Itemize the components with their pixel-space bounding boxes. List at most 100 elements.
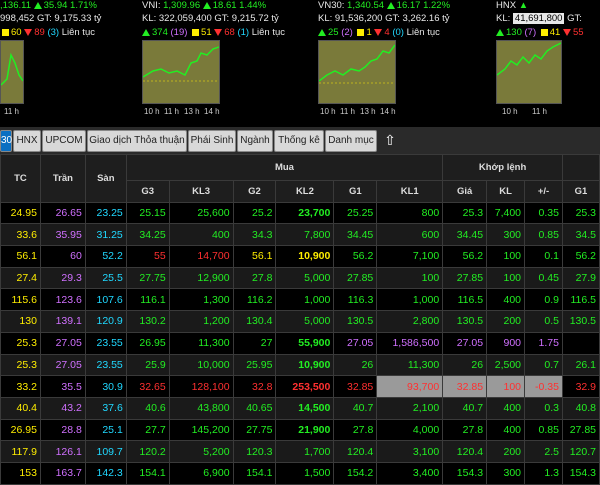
cell-tran: 163.7 — [39, 461, 86, 485]
cell-g1-sell: 27.9 — [561, 266, 600, 290]
cell-san: 120.9 — [84, 310, 127, 333]
header-gia: Giá — [442, 180, 488, 203]
cell-gia: 27.85 — [442, 266, 488, 290]
cell-kl3: 1,300 — [168, 288, 234, 312]
table-row[interactable]: 25.3 27.05 23.55 26.95 11,300 27 55,900 27.05 1,… — [0, 331, 600, 355]
cell-tran: 29.3 — [39, 266, 86, 290]
header-san: Sàn — [84, 154, 127, 203]
cell-change: 0.3 — [524, 396, 563, 420]
down-triangle-icon — [374, 28, 383, 36]
square-icon — [357, 28, 365, 36]
cell-g1: 32.85 — [333, 375, 378, 398]
cell-tc: 40.4 — [0, 396, 41, 420]
table-row[interactable]: 40.4 43.2 37.6 40.6 43,800 40.65 14,500 40.7 2,1… — [0, 396, 600, 420]
cell-g2: 34.3 — [232, 223, 277, 247]
cell-kl3: 6,900 — [168, 461, 234, 485]
table-row[interactable]: 27.4 29.3 25.5 27.75 12,900 27.8 5,000 27.85 100… — [0, 266, 600, 290]
cell-tc: 117.9 — [0, 440, 41, 463]
table-row[interactable]: 130 139.1 120.9 130.2 1,200 130.4 5,000 130.5 2,… — [0, 310, 600, 333]
cell-change: 0.5 — [524, 310, 563, 333]
cell-san: 23.55 — [84, 331, 127, 355]
cell-g3: 26.95 — [125, 331, 170, 355]
cell-san: 23.55 — [84, 353, 127, 377]
cell-kl: 2,500 — [486, 353, 526, 377]
tab-danh-muc[interactable]: Danh mục — [325, 130, 377, 152]
index-chart — [0, 40, 24, 104]
tab-thoa-thuan[interactable]: Giao dịch Thỏa thuận — [87, 130, 187, 152]
table-row[interactable]: 117.9 126.1 109.7 120.2 5,200 120.3 1,700 120.4… — [0, 440, 600, 463]
header-g1-sell: G1 — [561, 180, 600, 203]
tab-hnx[interactable]: HNX — [13, 130, 41, 152]
cell-kl: 100 — [486, 245, 526, 268]
table-row[interactable]: 33.2 35.5 30.9 32.65 128,100 32.8 253,500 32.85… — [0, 375, 600, 398]
cell-g1-sell: 154.3 — [561, 461, 600, 485]
cell-kl2: 21,900 — [275, 418, 335, 442]
tab-phai-sinh[interactable]: Phái Sinh — [188, 130, 236, 152]
price-board: TC Trần Sàn Mua Khớp lệnh G3 KL3 G2 KL2 … — [0, 154, 600, 485]
index-panel: ,136.11 35.94 1.71% 998,452 GT: 9,175.33… — [0, 0, 102, 116]
cell-tran: 126.1 — [39, 440, 86, 463]
down-triangle-icon — [562, 28, 571, 36]
table-row[interactable]: 25.3 27.05 23.55 25.9 10,000 25.95 10,900 26 11,… — [0, 353, 600, 377]
tab-upcom[interactable]: UPCOM — [42, 130, 86, 152]
table-row[interactable]: 153 163.7 142.3 154.1 6,900 154.1 1,500 154.2 3,… — [0, 461, 600, 485]
cell-kl3: 43,800 — [168, 396, 234, 420]
cell-g3: 25.15 — [125, 201, 170, 225]
tab-vn30[interactable]: 30 — [0, 130, 12, 152]
table-row[interactable]: 26.95 28.8 25.1 27.7 145,200 27.75 21,900 27.8 4… — [0, 418, 600, 442]
cell-g2: 56.1 — [232, 245, 277, 268]
cell-g2: 27.75 — [232, 418, 277, 442]
cell-tc: 24.95 — [0, 201, 41, 225]
header-change: +/- — [524, 180, 563, 203]
cell-g1: 154.2 — [333, 461, 378, 485]
cell-gia: 56.2 — [442, 245, 488, 268]
tab-nganh[interactable]: Ngành — [237, 130, 273, 152]
cell-g1: 27.05 — [333, 331, 378, 355]
cell-kl3: 10,000 — [168, 353, 234, 377]
cell-tran: 60 — [39, 245, 86, 268]
cell-kl: 200 — [486, 440, 526, 463]
cell-kl3: 1,200 — [168, 310, 234, 333]
tab-thong-ke[interactable]: Thống kê — [274, 130, 324, 152]
cell-tc: 153 — [0, 461, 41, 485]
table-row[interactable]: 56.1 60 52.2 55 14,700 56.1 10,900 56.2 7,100 56.… — [0, 245, 600, 268]
cell-g1: 34.45 — [333, 223, 378, 247]
cell-g3: 55 — [125, 245, 170, 268]
index-panels: ,136.11 35.94 1.71% 998,452 GT: 9,175.33… — [0, 0, 600, 126]
up-triangle-icon — [202, 1, 211, 9]
table-row[interactable]: 24.95 26.65 23.25 25.15 25,600 25.2 23,700 25.2… — [0, 201, 600, 225]
cell-g1-sell: 56.2 — [561, 245, 600, 268]
cell-kl2: 23,700 — [275, 201, 335, 225]
cell-tc: 25.3 — [0, 331, 41, 355]
cell-tran: 123.6 — [39, 288, 86, 312]
index-panel-vn30: VN30: 1,340.54 16.17 1.22% KL: 91,536,20… — [318, 0, 451, 116]
table-row[interactable]: 115.6 123.6 107.6 116.1 1,300 116.2 1,000 116.3… — [0, 288, 600, 312]
cell-g1-sell: 130.5 — [561, 310, 600, 333]
cell-g2: 27.8 — [232, 266, 277, 290]
cell-g2: 154.1 — [232, 461, 277, 485]
cell-kl: 400 — [486, 396, 526, 420]
price-rows: 24.95 26.65 23.25 25.15 25,600 25.2 23,700 25.2… — [0, 201, 600, 485]
cell-san: 31.25 — [84, 223, 127, 247]
cell-kl: 7,400 — [486, 201, 526, 225]
header-g1: G1 — [333, 180, 378, 203]
cell-g1: 120.4 — [333, 440, 378, 463]
home-arrow-icon[interactable]: ⇧ — [378, 130, 402, 150]
cell-g3: 27.7 — [125, 418, 170, 442]
cell-gia: 27.8 — [442, 418, 488, 442]
cell-kl: 300 — [486, 461, 526, 485]
cell-kl: 100 — [486, 375, 526, 398]
cell-kl2: 10,900 — [275, 353, 335, 377]
cell-gia: 40.7 — [442, 396, 488, 420]
cell-g1: 27.85 — [333, 266, 378, 290]
index-value: ,136.11 — [0, 0, 31, 11]
cell-tran: 26.65 — [39, 201, 86, 225]
cell-change: 0.1 — [524, 245, 563, 268]
up-triangle-icon — [33, 1, 42, 9]
cell-san: 52.2 — [84, 245, 127, 268]
index-panel-vni: VNI: 1,309.96 18.61 1.44% KL: 322,059,40… — [142, 0, 286, 116]
cell-san: 142.3 — [84, 461, 127, 485]
cell-tc: 26.95 — [0, 418, 41, 442]
cell-change: 0.9 — [524, 288, 563, 312]
table-row[interactable]: 33.6 35.95 31.25 34.25 400 34.3 7,800 34.45 600 3… — [0, 223, 600, 247]
